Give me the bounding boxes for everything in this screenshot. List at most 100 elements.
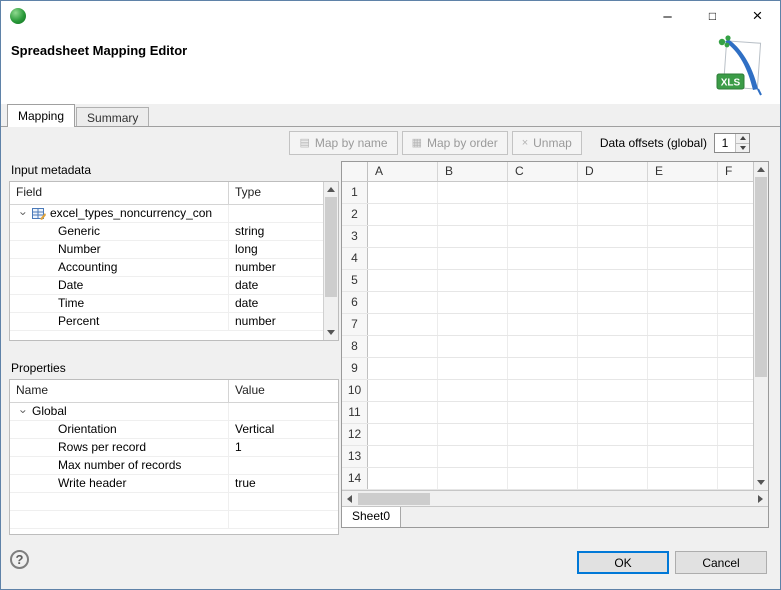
grid-cell[interactable] — [578, 380, 648, 401]
column-header-type[interactable]: Type — [228, 182, 338, 204]
scroll-thumb[interactable] — [755, 177, 767, 377]
grid-cell[interactable] — [648, 402, 718, 423]
grid-column-header[interactable]: E — [648, 162, 718, 181]
grid-cell[interactable] — [508, 402, 578, 423]
grid-cell[interactable] — [368, 336, 438, 357]
grid-cell[interactable] — [508, 182, 578, 203]
grid-column-header[interactable]: A — [368, 162, 438, 181]
grid-cell[interactable] — [368, 446, 438, 467]
grid-cell[interactable] — [508, 270, 578, 291]
scroll-thumb[interactable] — [325, 197, 337, 297]
tab-summary[interactable]: Summary — [76, 107, 150, 126]
grid-cell[interactable] — [438, 468, 508, 489]
grid-cell[interactable] — [368, 380, 438, 401]
grid-cell[interactable] — [718, 402, 753, 423]
grid-cell[interactable] — [368, 468, 438, 489]
grid-cell[interactable] — [578, 402, 648, 423]
property-row[interactable]: Max number of records — [10, 457, 338, 475]
grid-cell[interactable] — [508, 226, 578, 247]
grid-cell[interactable] — [438, 314, 508, 335]
grid-row-header[interactable]: 5 — [342, 270, 368, 291]
grid-cell[interactable] — [508, 446, 578, 467]
grid-cell[interactable] — [648, 226, 718, 247]
grid-cell[interactable] — [368, 292, 438, 313]
grid-cell[interactable] — [508, 424, 578, 445]
grid-cell[interactable] — [438, 248, 508, 269]
grid-cell[interactable] — [368, 182, 438, 203]
grid-row-header[interactable]: 4 — [342, 248, 368, 269]
grid-column-header[interactable]: B — [438, 162, 508, 181]
grid-cell[interactable] — [578, 358, 648, 379]
property-row[interactable]: Rows per record 1 — [10, 439, 338, 457]
grid-cell[interactable] — [718, 468, 753, 489]
grid-row-header[interactable]: 14 — [342, 468, 368, 489]
grid-cell[interactable] — [578, 270, 648, 291]
scroll-down-button[interactable] — [324, 325, 338, 340]
scroll-up-button[interactable] — [324, 182, 338, 197]
grid-cell[interactable] — [368, 402, 438, 423]
grid-cell[interactable] — [718, 446, 753, 467]
grid-cell[interactable] — [578, 446, 648, 467]
grid-cell[interactable] — [578, 292, 648, 313]
grid-row-header[interactable]: 8 — [342, 336, 368, 357]
grid-cell[interactable] — [368, 248, 438, 269]
grid-cell[interactable] — [578, 424, 648, 445]
property-value[interactable]: Vertical — [228, 421, 338, 438]
grid-cell[interactable] — [718, 248, 753, 269]
grid-cell[interactable] — [438, 204, 508, 225]
grid-cell[interactable] — [648, 446, 718, 467]
grid-cell[interactable] — [578, 336, 648, 357]
grid-row-header[interactable]: 13 — [342, 446, 368, 467]
grid-cell[interactable] — [508, 336, 578, 357]
scroll-up-button[interactable] — [754, 162, 768, 177]
grid-cell[interactable] — [508, 468, 578, 489]
grid-cell[interactable] — [438, 424, 508, 445]
grid-cell[interactable] — [648, 336, 718, 357]
grid-cell[interactable] — [438, 182, 508, 203]
grid-cell[interactable] — [438, 358, 508, 379]
grid-cell[interactable] — [718, 380, 753, 401]
scroll-left-button[interactable] — [342, 491, 357, 506]
close-button[interactable]: × — [735, 1, 780, 31]
grid-column-header[interactable]: D — [578, 162, 648, 181]
metadata-root-row[interactable]: › excel_types_noncurrency_con — [10, 205, 338, 223]
maximize-button[interactable]: □ — [690, 1, 735, 31]
grid-cell[interactable] — [578, 204, 648, 225]
sheet-tab[interactable]: Sheet0 — [342, 507, 402, 527]
expander-icon[interactable]: › — [15, 209, 32, 219]
cancel-button[interactable]: Cancel — [675, 551, 767, 574]
metadata-row[interactable]: Time date — [10, 295, 338, 313]
grid-cell[interactable] — [368, 204, 438, 225]
grid-cell[interactable] — [438, 270, 508, 291]
properties-root-row[interactable]: › Global — [10, 403, 338, 421]
metadata-row[interactable]: Accounting number — [10, 259, 338, 277]
scroll-down-button[interactable] — [754, 475, 768, 490]
column-header-field[interactable]: Field — [10, 182, 228, 204]
grid-cell[interactable] — [438, 292, 508, 313]
ok-button[interactable]: OK — [577, 551, 669, 574]
grid-cell[interactable] — [508, 380, 578, 401]
grid-cell[interactable] — [648, 270, 718, 291]
grid-row-header[interactable]: 6 — [342, 292, 368, 313]
metadata-row[interactable]: Generic string — [10, 223, 338, 241]
grid-cell[interactable] — [438, 380, 508, 401]
grid-row-header[interactable]: 11 — [342, 402, 368, 423]
metadata-row[interactable]: Number long — [10, 241, 338, 259]
grid-cell[interactable] — [648, 292, 718, 313]
property-value[interactable] — [228, 457, 338, 474]
grid-cell[interactable] — [648, 182, 718, 203]
grid-cell[interactable] — [578, 248, 648, 269]
column-header-name[interactable]: Name — [10, 380, 228, 402]
unmap-button[interactable]: × Unmap — [511, 131, 582, 155]
grid-cell[interactable] — [718, 358, 753, 379]
grid-cell[interactable] — [718, 292, 753, 313]
property-row[interactable]: Write header true — [10, 475, 338, 493]
grid-cell[interactable] — [508, 314, 578, 335]
help-button[interactable]: ? — [10, 550, 29, 569]
grid-row-header[interactable]: 3 — [342, 226, 368, 247]
grid-cell[interactable] — [368, 424, 438, 445]
grid-cell[interactable] — [508, 358, 578, 379]
expander-icon[interactable]: › — [15, 407, 32, 417]
spinner-down-button[interactable] — [736, 142, 749, 152]
grid-corner-cell[interactable] — [342, 162, 368, 181]
